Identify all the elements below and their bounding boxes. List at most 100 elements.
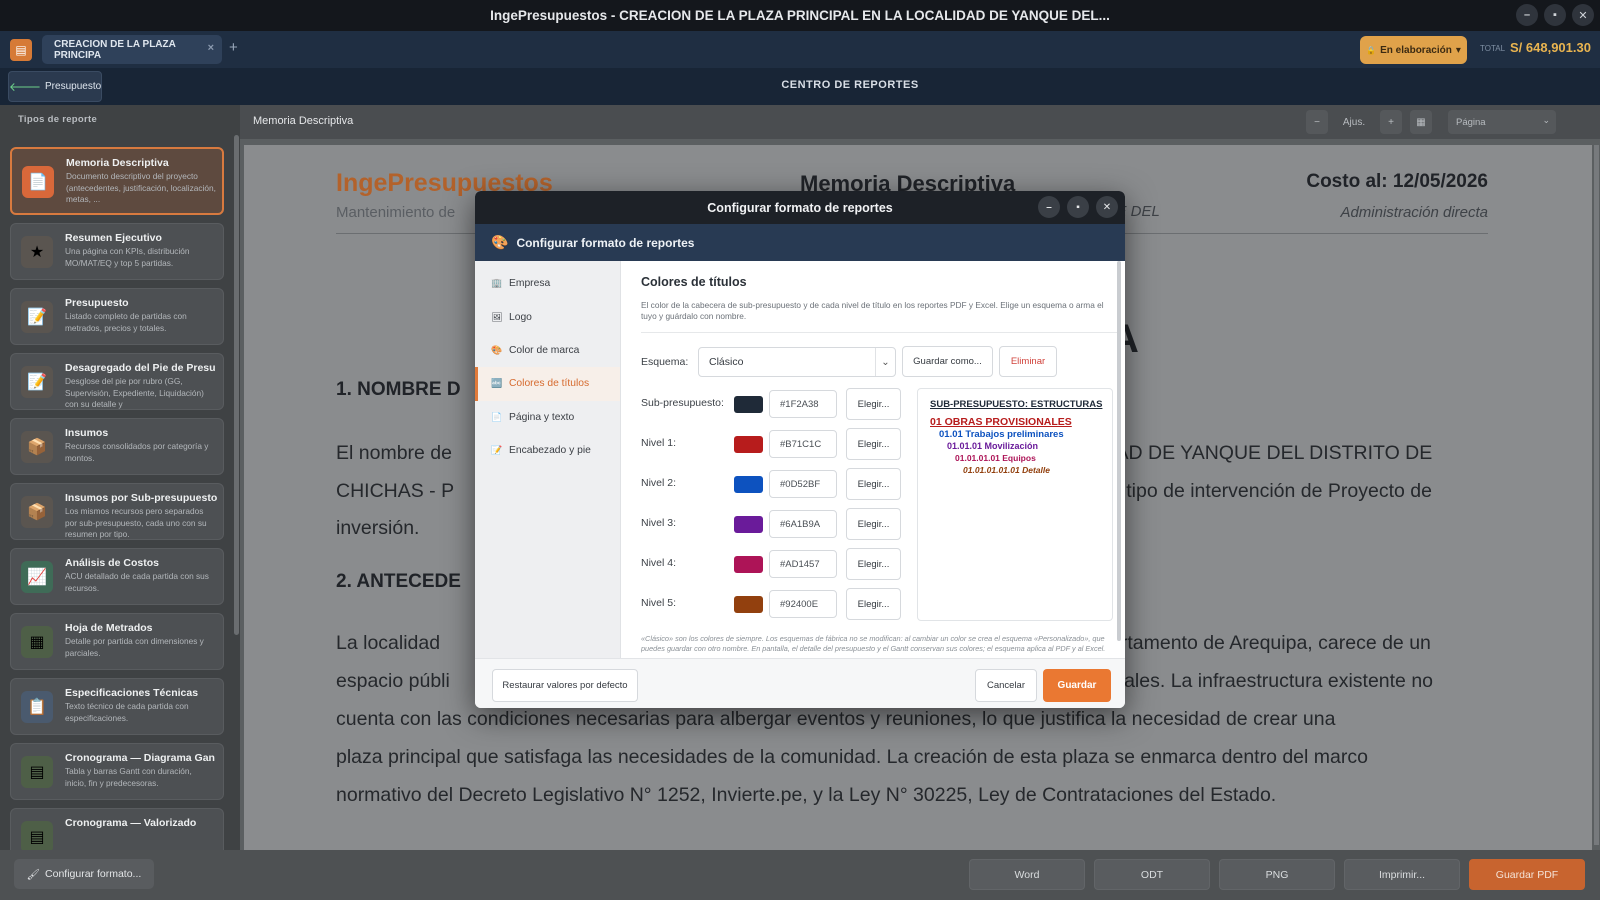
app-logo-icon[interactable]: ▤ [10,39,32,61]
export-png-button[interactable]: PNG [1219,859,1335,890]
report-type-item[interactable]: 📝 Desagregado del Pie de Presu Desglose de… [10,353,224,410]
scheme-value: Clásico [709,356,744,368]
color-swatch[interactable] [734,436,763,453]
pick-color-button[interactable]: Elegir... [846,428,901,460]
clipboard-icon: 📋 [21,691,53,723]
preview-document-name: Memoria Descriptiva [253,115,354,127]
report-type-item[interactable]: ▤ Cronograma — Valorizado [10,808,224,850]
report-type-title: Memoria Descriptiva [66,157,169,169]
report-type-title: Cronograma — Diagrama Gan [65,752,215,764]
tab-document[interactable]: CREACION DE LA PLAZA PRINCIPA × [42,35,222,64]
report-type-description: Documento descriptivo del proyecto (ante… [66,171,216,204]
save-scheme-as-button[interactable]: Guardar como... [902,346,993,377]
restore-defaults-button[interactable]: Restaurar valores por defecto [492,669,638,702]
tab-close-icon[interactable]: × [208,42,214,54]
save-button[interactable]: Guardar [1043,669,1111,702]
dialog-nav-item[interactable]: 📄 Página y texto [475,401,620,434]
sidebar-scrollbar[interactable] [234,135,239,635]
dialog-minimize-button[interactable]: – [1038,196,1060,218]
report-type-title: Insumos [65,427,109,439]
dialog-nav-label: Empresa [509,278,551,290]
dialog-maximize-button[interactable]: ▪ [1067,196,1089,218]
level-label: Nivel 5: [641,597,677,609]
report-type-description: Una página con KPIs, distribución MO/MAT… [65,246,190,268]
report-type-item[interactable]: 📋 Especificaciones Técnicas Texto técnico … [10,678,224,735]
hex-color-input[interactable]: #0D52BF [769,470,837,498]
report-type-description: Recursos consolidados por categoría y mo… [65,441,209,463]
new-tab-button[interactable]: + [229,39,238,56]
text-color-icon: 🔤 [491,378,503,389]
title-colors-panel: Colores de títulos El color de la cabece… [621,261,1125,658]
pick-color-button[interactable]: Elegir... [846,468,901,500]
page-layout-icon[interactable]: ▦ [1410,110,1432,134]
pick-color-button[interactable]: Elegir... [846,388,901,420]
report-type-item[interactable]: 📦 Insumos por Sub-presupuesto Los mismos r… [10,483,224,540]
pick-color-button[interactable]: Elegir... [846,548,901,580]
color-swatch[interactable] [734,476,763,493]
hex-color-input[interactable]: #92400E [769,590,837,618]
dialog-window-title: Configurar formato de reportes [707,200,893,215]
report-type-item[interactable]: ▤ Cronograma — Diagrama Gan Tabla y barras… [10,743,224,800]
color-swatch[interactable] [734,516,763,533]
hex-color-input[interactable]: #AD1457 [769,550,837,578]
dialog-nav-item[interactable]: 🖼 Logo [475,300,620,333]
color-swatch[interactable] [734,556,763,573]
color-swatch[interactable] [734,396,763,413]
sheet-icon: ▦ [21,626,53,658]
preview-level-5: 01.01.01.01.01 Detalle [963,465,1050,475]
report-type-item[interactable]: 📄 Memoria Descriptiva Documento descriptiv… [10,147,224,215]
zoom-out-button[interactable]: − [1306,110,1328,134]
app-window: IngePresupuestos - CREACION DE LA PLAZA … [0,0,1600,900]
maximize-button[interactable]: ▪ [1544,4,1566,26]
page-mode-select[interactable]: Página ⌄ [1448,110,1556,134]
export-word-button[interactable]: Word [969,859,1085,890]
status-dropdown[interactable]: 🔒 En elaboración ▾ [1360,36,1467,64]
paragraph-line: n tipo de intervención de Proyecto de [1110,480,1432,502]
dialog-nav-label: Colores de títulos [509,378,590,390]
preview-toolbar: Memoria Descriptiva − Ajus. + ▦ Página ⌄ [240,105,1600,139]
preview-scrollbar[interactable] [1594,145,1599,845]
scheme-select[interactable]: Clásico ⌄ [698,347,896,377]
dialog-nav-item[interactable]: 🎨 Color de marca [475,334,620,367]
hex-color-input[interactable]: #6A1B9A [769,510,837,538]
tab-label: CREACION DE LA PLAZA PRINCIPA [54,38,176,61]
report-type-item[interactable]: ★ Resumen Ejecutivo Una página con KPIs, d… [10,223,224,280]
close-button[interactable]: ✕ [1572,4,1594,26]
pick-color-button[interactable]: Elegir... [846,508,901,540]
fit-zoom-button[interactable]: Ajus. [1334,110,1374,134]
delete-scheme-button[interactable]: Eliminar [999,346,1057,377]
report-type-item[interactable]: 📦 Insumos Recursos consolidados por catego… [10,418,224,475]
dialog-window-controls: – ▪ ✕ [1038,196,1118,218]
save-pdf-button[interactable]: Guardar PDF [1469,859,1585,890]
total-value: S/ 648,901.30 [1510,40,1591,55]
box-icon: 📦 [21,431,53,463]
palette-icon: 🎨 [491,344,503,355]
dialog-nav-item[interactable]: 🏢 Empresa [475,267,620,300]
star-icon: ★ [21,236,53,268]
dialog-scrollbar[interactable] [1117,261,1121,641]
print-button[interactable]: Imprimir... [1344,859,1460,890]
report-type-item[interactable]: ▦ Hoja de Metrados Detalle por partida con… [10,613,224,670]
report-type-title: Especificaciones Técnicas [65,687,199,699]
nav-bar: 🡐 Presupuesto CENTRO DE REPORTES [0,68,1600,105]
hex-color-input[interactable]: #1F2A38 [769,390,837,418]
report-type-description: Desglose del pie por rubro (GG, Supervis… [65,376,204,409]
pick-color-button[interactable]: Elegir... [846,588,901,620]
cancel-button[interactable]: Cancelar [975,669,1037,702]
dialog-nav-item[interactable]: 📝 Encabezado y pie [475,434,620,467]
level-label: Nivel 3: [641,517,677,529]
dialog-close-button[interactable]: ✕ [1096,196,1118,218]
document-icon: 📄 [22,166,54,198]
dialog-nav-item[interactable]: 🔤 Colores de títulos [475,367,620,401]
report-type-item[interactable]: 📝 Presupuesto Listado completo de partidas… [10,288,224,345]
minimize-button[interactable]: – [1516,4,1538,26]
export-odt-button[interactable]: ODT [1094,859,1210,890]
configure-format-button[interactable]: 🖌 Configurar formato... [14,859,154,889]
preview-level-2: 01.01 Trabajos preliminares [939,429,1064,440]
report-type-item[interactable]: 📈 Análisis de Costos ACU detallado de cada… [10,548,224,605]
hex-color-input[interactable]: #B71C1C [769,430,837,458]
report-admin-mode: Administración directa [1340,204,1488,221]
color-swatch[interactable] [734,596,763,613]
zoom-in-button[interactable]: + [1380,110,1402,134]
title-colors-preview: SUB-PRESUPUESTO: ESTRUCTURAS 01 OBRAS PR… [917,388,1113,621]
